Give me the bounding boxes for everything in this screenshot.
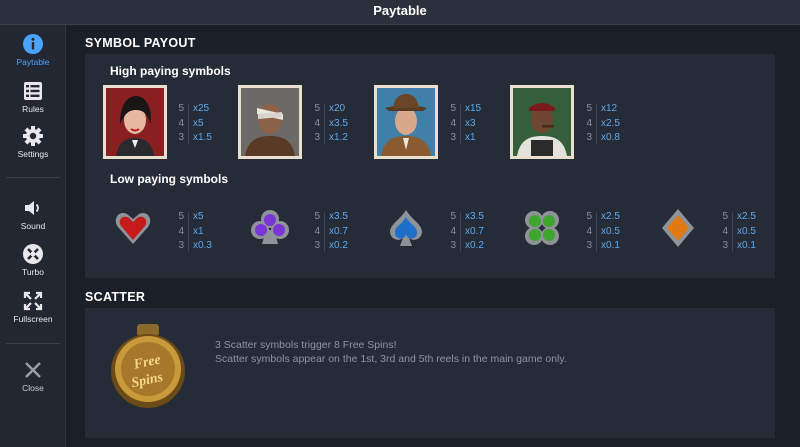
woman-portrait-symbol xyxy=(103,85,167,159)
window-title: Paytable xyxy=(0,0,800,25)
sidebar-item-turbo[interactable]: Turbo xyxy=(0,243,66,277)
sidebar-item-label: Fullscreen xyxy=(13,314,53,324)
sidebar-item-label: Settings xyxy=(17,149,49,159)
sidebar-item-rules[interactable]: Rules xyxy=(0,80,66,114)
scatter-line-1: 3 Scatter symbols trigger 8 Free Spins! xyxy=(215,339,397,351)
sidebar-divider xyxy=(6,343,60,344)
sidebar-item-settings[interactable]: Settings xyxy=(0,125,66,159)
scatter-line-2: Scatter symbols appear on the 1st, 3rd a… xyxy=(215,353,567,365)
sidebar-item-paytable[interactable]: Paytable xyxy=(0,33,66,67)
gear-icon xyxy=(23,126,43,146)
free-spins-scatter-symbol: Free Spins xyxy=(111,324,185,408)
fullscreen-icon xyxy=(23,291,43,311)
turbo-icon xyxy=(23,244,43,264)
sidebar-item-label: Sound xyxy=(20,221,46,231)
sidebar-item-sound[interactable]: Sound xyxy=(0,197,66,231)
info-icon xyxy=(23,34,43,54)
symbol-payout-title: SYMBOL PAYOUT xyxy=(85,36,196,50)
club-symbol xyxy=(251,210,289,244)
low-paying-heading: Low paying symbols xyxy=(110,172,229,186)
hat-man-portrait-symbol xyxy=(374,85,438,159)
heart-symbol xyxy=(115,213,151,244)
bandaged-man-portrait-symbol xyxy=(238,85,302,159)
scatter-description: 3 Scatter symbols trigger 8 Free Spins! … xyxy=(215,338,567,366)
close-icon xyxy=(25,362,41,378)
sidebar-item-label: Rules xyxy=(22,104,44,114)
scatter-title: SCATTER xyxy=(85,290,146,304)
sidebar-item-label: Paytable xyxy=(16,57,50,67)
sidebar-item-label: Close xyxy=(22,383,44,393)
sidebar-item-close[interactable]: Close xyxy=(0,359,66,393)
sidebar-item-label: Turbo xyxy=(22,267,44,277)
clover-symbol xyxy=(525,211,559,245)
speaker-icon xyxy=(25,201,39,215)
cigar-man-portrait-symbol xyxy=(510,85,574,159)
sidebar-divider xyxy=(6,177,60,178)
spade-symbol xyxy=(390,210,422,246)
high-paying-heading: High paying symbols xyxy=(110,64,231,78)
diamond-symbol xyxy=(662,209,694,247)
sidebar: Paytable Rules Settings Sound Turbo Full… xyxy=(0,25,66,447)
list-icon xyxy=(24,82,42,100)
sidebar-item-fullscreen[interactable]: Fullscreen xyxy=(0,290,66,324)
